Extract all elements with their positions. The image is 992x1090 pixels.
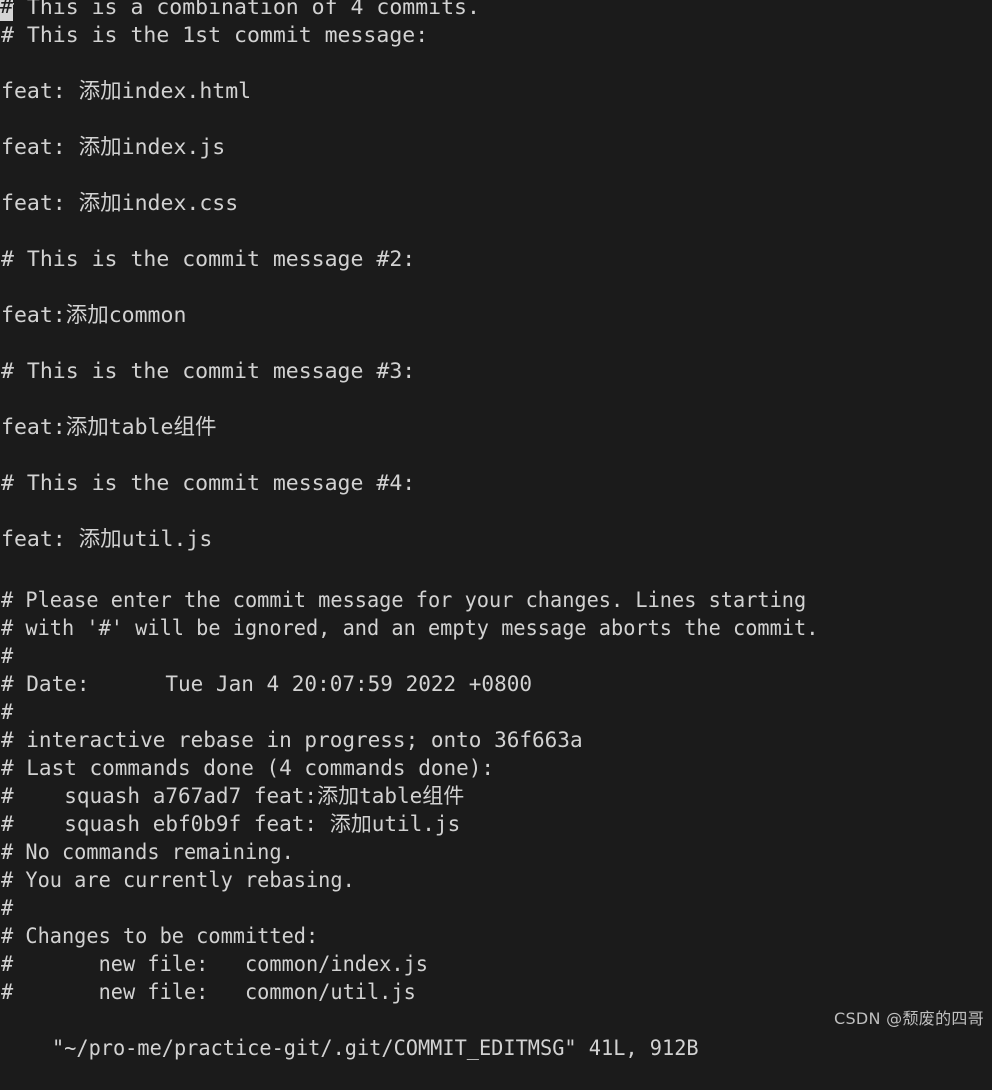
comment-line: # Changes to be committed: — [0, 924, 319, 948]
buffer-line — [0, 218, 992, 246]
buffer-line — [0, 498, 992, 526]
buffer-line: feat:添加table组件 — [1, 415, 217, 440]
commit-message-buffer[interactable]: # This is a combination of 4 commits. # T… — [0, 0, 992, 582]
buffer-line: feat:添加common — [1, 303, 187, 328]
comment-line: # new file: common/util.js — [0, 980, 416, 1004]
git-comment-buffer[interactable]: # Please enter the commit message for yo… — [0, 586, 992, 1006]
buffer-line — [0, 330, 992, 358]
comment-line: # Date: Tue Jan 4 20:07:59 2022 +0800 — [1, 672, 533, 696]
cursor-character: # — [0, 0, 13, 19]
csdn-watermark: CSDN @颓废的四哥 — [833, 1009, 984, 1028]
buffer-line — [0, 162, 992, 190]
comment-line: # with '#' will be ignored, and an empty… — [0, 616, 819, 640]
buffer-line: # This is the commit message #2: — [1, 247, 416, 272]
comment-line: # — [0, 644, 14, 668]
comment-line: # You are currently rebasing. — [0, 868, 355, 892]
comment-line: # — [0, 700, 14, 724]
buffer-line — [0, 50, 992, 78]
buffer-line — [0, 386, 992, 414]
buffer-line — [0, 274, 992, 302]
buffer-line — [0, 106, 992, 134]
buffer-line: feat: 添加index.js — [1, 135, 226, 160]
comment-line: # squash a767ad7 feat:添加table组件 — [1, 784, 465, 808]
status-line-text: "~/pro-me/practice-git/.git/COMMIT_EDITM… — [51, 1036, 699, 1060]
comment-line: # Please enter the commit message for yo… — [0, 588, 807, 612]
buffer-line: # This is the commit message #3: — [1, 359, 416, 384]
comment-line: # squash ebf0b9f feat: 添加util.js — [1, 812, 461, 836]
comment-line: # new file: common/index.js — [0, 952, 428, 976]
buffer-line — [0, 554, 992, 582]
buffer-line: # This is the 1st commit message: — [1, 23, 429, 48]
terminal-window[interactable]: # This is a combination of 4 commits. # T… — [0, 0, 992, 1060]
buffer-line: feat: 添加util.js — [1, 527, 213, 552]
comment-line: # No commands remaining. — [0, 840, 294, 864]
comment-line: # interactive rebase in progress; onto 3… — [1, 728, 583, 752]
buffer-line — [0, 442, 992, 470]
buffer-line: feat: 添加index.css — [1, 191, 239, 216]
buffer-line: # This is a combination of 4 commits. — [1, 0, 480, 20]
comment-line: # — [0, 896, 14, 920]
buffer-line: feat: 添加index.html — [1, 79, 252, 104]
comment-line: # Last commands done (4 commands done): — [1, 756, 495, 780]
buffer-line: # This is the commit message #4: — [1, 471, 416, 496]
